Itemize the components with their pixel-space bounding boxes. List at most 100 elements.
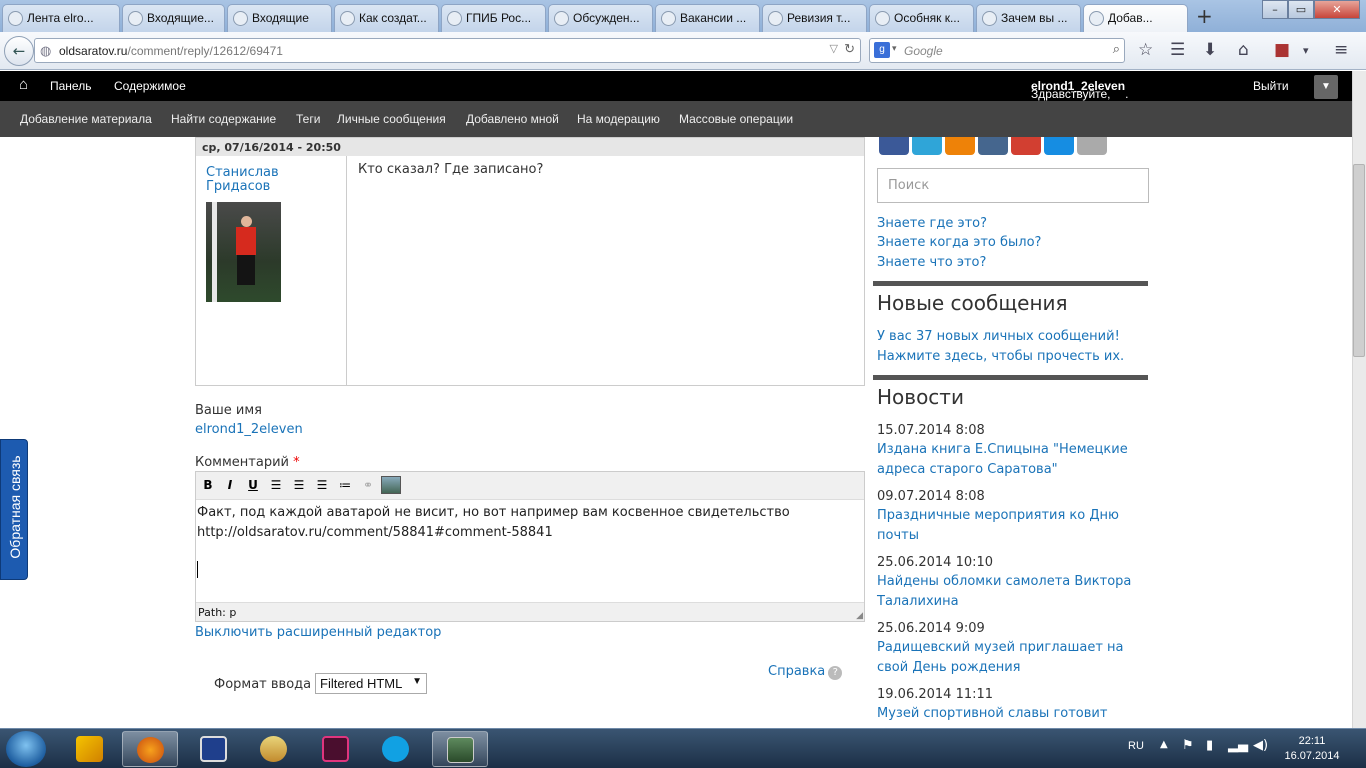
author-first-name: Станислав (206, 165, 279, 180)
taskbar-app[interactable] (62, 731, 118, 767)
tray-expand-icon[interactable]: ▲ (1160, 739, 1168, 750)
tab-8[interactable]: Особняк к... (869, 4, 974, 32)
taskbar-app[interactable] (308, 731, 364, 767)
minimize-button[interactable]: – (1262, 0, 1288, 19)
feedback-tab[interactable]: Обратная связь (0, 439, 28, 580)
news-link[interactable]: Издана книга Е.Спицына "Немецкие адреса … (877, 440, 1147, 480)
menu-icon[interactable]: ≡ (1334, 40, 1348, 60)
google-plus-icon[interactable] (1011, 137, 1041, 155)
power-icon[interactable]: ▮ (1206, 738, 1213, 753)
shortcut-added-by-me[interactable]: Добавлено мной (466, 112, 559, 126)
clock-date: 16.07.2014 (1284, 750, 1340, 762)
logout-link[interactable]: Выйти (1253, 79, 1289, 93)
tab-4[interactable]: ГПИБ Рос... (441, 4, 546, 32)
tab-favicon-icon (233, 11, 248, 26)
vkontakte-icon[interactable] (978, 137, 1008, 155)
help-link[interactable]: Справка (768, 664, 825, 679)
comment-author-link[interactable]: Станислав Гридасов (206, 166, 336, 194)
search-bar[interactable]: g ▾ Google ⌕ (869, 38, 1125, 63)
sidebar-search-input[interactable]: Поиск (877, 168, 1149, 203)
align-left-icon[interactable]: ☰ (267, 476, 285, 494)
image-icon[interactable] (381, 476, 401, 494)
align-center-icon[interactable]: ☰ (290, 476, 308, 494)
tab-3[interactable]: Как создат... (334, 4, 439, 32)
volume-icon[interactable]: ◀) (1253, 738, 1268, 753)
news-link[interactable]: Найдены обломки самолета Виктора Талалих… (877, 572, 1147, 612)
ordered-list-icon[interactable]: ≔ (336, 476, 354, 494)
sidebar-link-where[interactable]: Знаете где это? (877, 216, 987, 231)
news-link[interactable]: Радищевский музей приглашает на свой Ден… (877, 638, 1147, 678)
more-share-icon[interactable] (1077, 137, 1107, 155)
help-icon[interactable]: ? (828, 666, 843, 680)
taskbar-app[interactable] (122, 731, 178, 767)
flag-icon[interactable]: ⚑ (1182, 738, 1194, 753)
taskbar-app[interactable] (432, 731, 488, 767)
shortcut-messages[interactable]: Личные сообщения (337, 112, 446, 126)
tab-5[interactable]: Обсужден... (548, 4, 653, 32)
toolbar-panel-link[interactable]: Панель (50, 79, 91, 93)
italic-button[interactable]: I (221, 476, 239, 494)
name-value-link[interactable]: elrond1_2eleven (195, 422, 303, 437)
home-icon[interactable]: ⌂ (19, 76, 28, 93)
address-bar[interactable]: ◍ oldsaratov.ru/comment/reply/12612/6947… (34, 38, 861, 63)
shortcut-tags[interactable]: Теги (296, 112, 320, 126)
shortcut-find-content[interactable]: Найти содержание (171, 112, 276, 126)
scrollbar-thumb[interactable] (1353, 164, 1365, 357)
new-messages-link[interactable]: У вас 37 новых личных сообщений! (877, 329, 1120, 344)
link-icon[interactable]: ⚭ (359, 476, 377, 494)
toolbar-toggle-button[interactable]: ▼ (1314, 75, 1338, 99)
tab-active[interactable]: Добав... (1083, 4, 1188, 33)
underline-button[interactable]: U (244, 476, 262, 494)
avatar[interactable] (206, 202, 281, 302)
toolbar-content-link[interactable]: Содержимое (114, 79, 186, 93)
mail-ru-icon[interactable] (1044, 137, 1074, 155)
sidebar-link-what[interactable]: Знаете что это? (877, 255, 986, 270)
read-messages-link[interactable]: Нажмите здесь, чтобы прочесть их. (877, 349, 1124, 364)
news-date: 25.06.2014 10:10 (877, 555, 994, 570)
tab-7[interactable]: Ревизия т... (762, 4, 867, 32)
maximize-button[interactable]: ▭ (1288, 0, 1314, 19)
extension-icon[interactable]: ■ (1274, 40, 1290, 60)
bookmarks-list-icon[interactable]: ☰ (1170, 40, 1185, 60)
author-last-name: Гридасов (206, 179, 271, 194)
engine-dropdown-icon[interactable]: ▾ (892, 43, 897, 54)
taskbar-app[interactable] (246, 731, 302, 767)
extension-dropdown-icon[interactable]: ▾ (1303, 44, 1309, 57)
tab-1[interactable]: Входящие... (122, 4, 225, 32)
resize-handle-icon[interactable]: ◢ (856, 611, 863, 621)
facebook-icon[interactable] (879, 137, 909, 155)
taskbar-app[interactable] (368, 731, 424, 767)
shortcut-add-content[interactable]: Добавление материала (20, 112, 152, 126)
new-tab-button[interactable]: + (1196, 4, 1213, 28)
language-indicator[interactable]: RU (1128, 740, 1144, 752)
sidebar-link-when[interactable]: Знаете когда это было? (877, 235, 1041, 250)
back-button[interactable]: ← (4, 36, 34, 66)
home-icon[interactable]: ⌂ (1238, 40, 1249, 60)
tab-2[interactable]: Входящие (227, 4, 332, 32)
bookmark-star-icon[interactable]: ☆ (1138, 40, 1153, 60)
start-button[interactable] (6, 731, 46, 767)
disable-editor-link[interactable]: Выключить расширенный редактор (195, 625, 441, 640)
magnifier-icon[interactable]: ⌕ (1113, 41, 1120, 57)
news-link[interactable]: Музей спортивной славы готовит (877, 704, 1147, 724)
shortcut-bulk-operations[interactable]: Массовые операции (679, 112, 793, 126)
tab-favicon-icon (8, 11, 23, 26)
align-right-icon[interactable]: ☰ (313, 476, 331, 494)
downloads-icon[interactable]: ⬇ (1203, 40, 1217, 60)
format-select[interactable]: Filtered HTML ▼ (315, 673, 427, 694)
editor-textarea[interactable]: Факт, под каждой аватарой не висит, но в… (196, 501, 864, 601)
close-window-button[interactable]: ✕ (1314, 0, 1360, 19)
tab-6[interactable]: Вакансии ... (655, 4, 760, 32)
network-icon[interactable]: ▂▄ (1228, 738, 1248, 753)
url-dropdown-icon[interactable]: ▽ (830, 42, 838, 55)
tab-9[interactable]: Зачем вы ... (976, 4, 1081, 32)
odnoklassniki-icon[interactable] (945, 137, 975, 155)
twitter-icon[interactable] (912, 137, 942, 155)
news-link[interactable]: Праздничные мероприятия ко Дню почты (877, 506, 1147, 546)
shortcut-moderation[interactable]: На модерацию (577, 112, 660, 126)
bold-button[interactable]: B (199, 476, 217, 494)
taskbar-app[interactable] (186, 731, 242, 767)
reload-icon[interactable]: ↻ (844, 41, 855, 57)
taskbar-clock[interactable]: 22:11 16.07.2014 (1280, 734, 1344, 764)
tab-0[interactable]: Лента elro... (2, 4, 120, 32)
